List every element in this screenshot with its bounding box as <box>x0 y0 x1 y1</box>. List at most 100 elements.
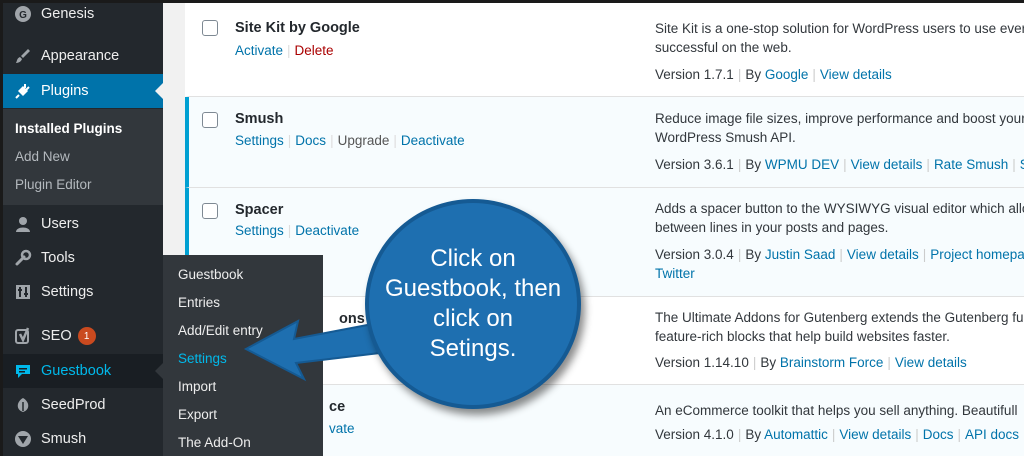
by-label: By <box>745 67 762 82</box>
menu-settings[interactable]: Settings <box>3 275 163 309</box>
menu-label: Guestbook <box>41 363 112 379</box>
plugin-meta: Version 3.6.1 | By WPMU DEV | View details | R… <box>655 155 1024 174</box>
menu-label: Settings <box>41 284 94 300</box>
flyout-entries[interactable]: Entries <box>178 295 220 310</box>
menu-label: Plugins <box>41 83 89 99</box>
plugin-row: Site Kit by Google Activate | Delete Site … <box>185 3 1024 97</box>
author-link[interactable]: Google <box>765 67 809 82</box>
twitter-link[interactable]: Twitter <box>655 266 695 281</box>
deactivate-link[interactable]: Deactivate <box>401 133 465 148</box>
guestbook-icon <box>13 361 33 381</box>
rate-link[interactable]: Rate Smush <box>934 157 1008 172</box>
flyout-guestbook[interactable]: Guestbook <box>178 267 243 282</box>
submenu-plugin-editor[interactable]: Plugin Editor <box>15 177 92 192</box>
author-link[interactable]: WPMU DEV <box>765 157 839 172</box>
plugin-checkbox[interactable] <box>202 112 218 128</box>
deactivate-link[interactable]: vate <box>329 421 355 436</box>
flyout-export[interactable]: Export <box>178 407 217 422</box>
menu-tools[interactable]: Tools <box>3 241 163 275</box>
description-line: An eCommerce toolkit that helps you sell… <box>655 403 1018 418</box>
delete-link[interactable]: Delete <box>295 43 334 58</box>
callout-line: click on <box>432 305 514 332</box>
plugin-version: Version 3.6.1 <box>655 157 734 172</box>
plugin-version: Version 1.14.10 <box>655 355 749 370</box>
plugin-actions: Settings | Docs | Upgrade | Deactivate <box>235 133 465 148</box>
description-line: Reduce image file sizes, improve perform… <box>655 111 1024 126</box>
callout-line: Guestbook, then <box>384 275 562 302</box>
yoast-icon <box>13 326 33 346</box>
docs-link[interactable]: Docs <box>923 427 954 442</box>
view-details-link[interactable]: View details <box>851 157 923 172</box>
menu-plugins[interactable]: Plugins <box>3 74 163 108</box>
description-line: WordPress Smush API. <box>655 130 796 145</box>
flyout-the-add-on[interactable]: The Add-On <box>178 435 251 450</box>
description-line: Adds a spacer button to the WYSIWYG visu… <box>655 201 1024 216</box>
plugin-description: Adds a spacer button to the WYSIWYG visu… <box>655 199 1024 237</box>
settings-icon <box>13 282 33 302</box>
seedprod-icon <box>13 395 33 415</box>
menu-users[interactable]: Users <box>3 207 163 241</box>
flyout-arrow <box>155 363 163 379</box>
menu-appearance[interactable]: Appearance <box>3 39 163 73</box>
description-line: successful on the web. <box>655 40 792 55</box>
flyout-settings[interactable]: Settings <box>178 351 227 366</box>
notification-badge: 1 <box>77 327 96 345</box>
view-details-link[interactable]: View details <box>895 355 967 370</box>
plugin-description: An eCommerce toolkit that helps you sell… <box>655 401 1024 420</box>
upgrade-link[interactable]: Upgrade <box>338 133 390 148</box>
plugin-checkbox[interactable] <box>202 203 218 219</box>
menu-label: SeedProd <box>41 397 106 413</box>
submenu-installed-plugins[interactable]: Installed Plugins <box>15 121 122 136</box>
plugin-name: Spacer <box>235 202 284 218</box>
project-homepage-link[interactable]: Project homepag <box>930 247 1024 262</box>
plugin-meta: Version 4.1.0 | By Automattic | View details… <box>655 427 1020 442</box>
plugin-name: Smush <box>235 111 284 127</box>
menu-seedprod[interactable]: SeedProd <box>3 388 163 422</box>
author-link[interactable]: Justin Saad <box>765 247 836 262</box>
description-line: The Ultimate Addons for Gutenberg extend… <box>655 310 1024 325</box>
plugin-version: Version 4.1.0 <box>655 427 734 442</box>
plugins-submenu: Installed Plugins Add New Plugin Editor <box>3 109 163 205</box>
plugin-actions: Settings | Deactivate <box>235 223 360 238</box>
api-docs-link[interactable]: API docs <box>965 427 1019 442</box>
by-label: By <box>745 247 762 262</box>
description-line: Site Kit is a one-stop solution for Word… <box>655 21 1024 36</box>
plugin-name: Site Kit by Google <box>235 20 360 36</box>
by-label: By <box>745 427 762 442</box>
settings-link[interactable]: Settings <box>235 223 284 238</box>
deactivate-link[interactable]: Deactivate <box>295 223 359 238</box>
menu-guestbook[interactable]: Guestbook <box>3 354 163 388</box>
view-details-link[interactable]: View details <box>839 427 911 442</box>
wrench-icon <box>13 248 33 268</box>
current-arrow <box>155 83 163 99</box>
callout-line: Setings. <box>429 335 517 362</box>
callout-line: Click on <box>430 245 516 272</box>
menu-genesis[interactable]: G Genesis <box>3 0 163 31</box>
plugin-meta: Version 3.0.4 | By Justin Saad | View detail… <box>655 245 1024 283</box>
menu-seo[interactable]: SEO 1 <box>3 319 163 353</box>
menu-label: Appearance <box>41 48 120 64</box>
paintbrush-icon <box>13 46 33 66</box>
description-line: between lines in your posts and pages. <box>655 220 889 235</box>
view-details-link[interactable]: View details <box>847 247 919 262</box>
activate-link[interactable]: Activate <box>235 43 283 58</box>
plugin-actions: vate <box>329 421 355 436</box>
plugin-meta: Version 1.7.1 | By Google | View details <box>655 67 892 82</box>
flyout-import[interactable]: Import <box>178 379 216 394</box>
settings-link[interactable]: Settings <box>235 133 284 148</box>
view-details-link[interactable]: View details <box>820 67 892 82</box>
plugin-actions: Activate | Delete <box>235 43 334 58</box>
instruction-callout: Click on Guestbook, then click on Seting… <box>365 199 581 409</box>
menu-label: SEO <box>41 328 72 344</box>
plugin-name: ce <box>329 399 346 415</box>
plugin-checkbox[interactable] <box>202 20 218 36</box>
by-label: By <box>745 157 762 172</box>
author-link[interactable]: Brainstorm Force <box>780 355 884 370</box>
submenu-add-new[interactable]: Add New <box>15 149 70 164</box>
plugin-description: Site Kit is a one-stop solution for Word… <box>655 19 1024 57</box>
docs-link[interactable]: Docs <box>295 133 326 148</box>
plugin-meta: Version 1.14.10 | By Brainstorm Force | View… <box>655 355 967 370</box>
menu-smush[interactable]: Smush <box>3 422 163 456</box>
support-link[interactable]: Su <box>1020 157 1024 172</box>
author-link[interactable]: Automattic <box>764 427 828 442</box>
